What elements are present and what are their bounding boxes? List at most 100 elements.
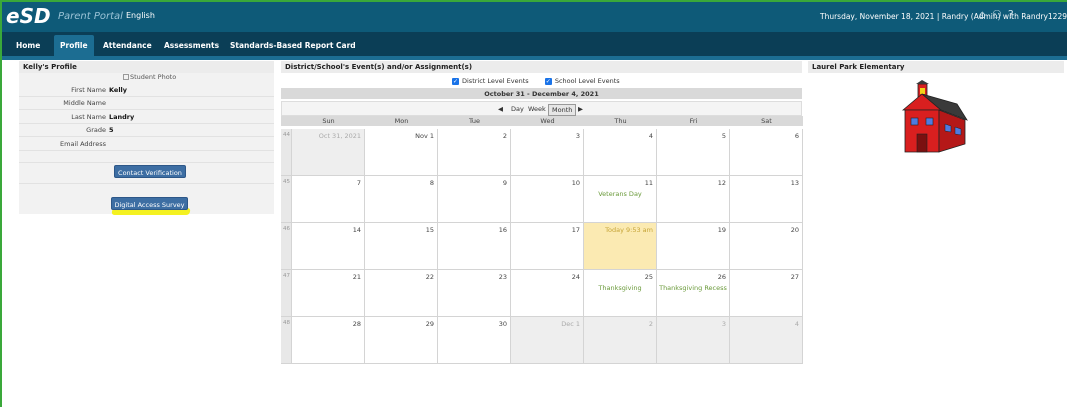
row-divider: [19, 109, 274, 110]
calendar-day[interactable]: 26 Thanksgiving Recess: [657, 270, 730, 317]
day-number: 21: [352, 273, 361, 281]
calendar-day[interactable]: 15: [365, 223, 438, 270]
tab-assessments[interactable]: Assessments: [158, 37, 225, 56]
school-events-label: School Level Events: [554, 77, 620, 85]
calendar-day[interactable]: 29: [365, 317, 438, 364]
events-title: District/School's Event(s) and/or Assign…: [281, 61, 802, 73]
event-filters: ✓ District Level Events ✓ School Level Eve…: [452, 77, 620, 85]
calendar-day[interactable]: 3: [511, 129, 584, 176]
school-name: Laurel Park Elementary: [808, 61, 1064, 73]
calendar-day[interactable]: 2: [438, 129, 511, 176]
weekday-header: Sun: [292, 116, 365, 126]
calendar-day[interactable]: Nov 1: [365, 129, 438, 176]
nav-rule: [2, 56, 1067, 60]
day-number: 19: [717, 226, 726, 234]
calendar-day[interactable]: 12: [657, 176, 730, 223]
calendar-day[interactable]: 14: [292, 223, 365, 270]
contact-verification-button[interactable]: Contact Verification: [114, 165, 186, 178]
calendar-day[interactable]: 7: [292, 176, 365, 223]
calendar-day[interactable]: 2: [584, 317, 657, 364]
calendar-day[interactable]: 11 Veterans Day: [584, 176, 657, 223]
day-number: 25: [644, 273, 653, 281]
calendar-day-today[interactable]: Today 9:53 am: [584, 223, 657, 270]
school-events-checkbox[interactable]: ✓: [544, 77, 552, 85]
calendar-day[interactable]: 13: [730, 176, 803, 223]
tab-report-card[interactable]: Standards-Based Report Card: [224, 37, 362, 56]
calendar-day[interactable]: 4: [584, 129, 657, 176]
school-house-icon: [901, 80, 968, 153]
calendar-day[interactable]: 19: [657, 223, 730, 270]
calendar-day[interactable]: 25 Thanksgiving: [584, 270, 657, 317]
prev-arrow-icon[interactable]: ◀: [495, 104, 506, 114]
day-number: Oct 31, 2021: [318, 132, 361, 140]
tab-profile[interactable]: Profile: [54, 35, 94, 56]
calendar-day[interactable]: 30: [438, 317, 511, 364]
calendar-event[interactable]: Thanksgiving Recess: [657, 284, 729, 292]
digital-access-survey-button[interactable]: Digital Access Survey: [111, 197, 188, 210]
calendar-event[interactable]: Thanksgiving: [584, 284, 656, 292]
calendar-day[interactable]: 27: [730, 270, 803, 317]
calendar-day[interactable]: 28: [292, 317, 365, 364]
day-number: 16: [498, 226, 507, 234]
grade-value: 5: [109, 126, 114, 134]
last-name-value: Landry: [109, 113, 135, 121]
next-arrow-icon[interactable]: ▶: [575, 104, 586, 114]
calendar-event[interactable]: Veterans Day: [584, 190, 656, 198]
calendar-day[interactable]: 5: [657, 129, 730, 176]
row-divider: [19, 183, 274, 184]
view-month[interactable]: Month: [548, 104, 577, 116]
help-icon[interactable]: ?: [1008, 8, 1020, 21]
day-number: 22: [425, 273, 434, 281]
esd-logo[interactable]: eSD: [6, 6, 51, 26]
week-number: 44: [281, 129, 292, 176]
day-number: 14: [352, 226, 361, 234]
calendar-day[interactable]: 8: [365, 176, 438, 223]
weekday-header: Thu: [584, 116, 657, 126]
day-number: 23: [498, 273, 507, 281]
week-number: 45: [281, 176, 292, 223]
calendar-day[interactable]: 4: [730, 317, 803, 364]
calendar-day[interactable]: 23: [438, 270, 511, 317]
email-label: Email Address: [60, 140, 106, 148]
portal-name: Parent Portal: [58, 11, 123, 22]
day-number: 7: [356, 179, 361, 187]
calendar-range: October 31 - December 4, 2021: [281, 88, 802, 99]
view-week[interactable]: Week: [525, 104, 549, 114]
week-number-label: 48: [283, 320, 290, 326]
day-number: 2: [648, 320, 653, 328]
calendar-day[interactable]: 10: [511, 176, 584, 223]
row-divider: [19, 96, 274, 97]
week-number-header: [281, 116, 292, 126]
district-events-checkbox[interactable]: ✓: [452, 77, 459, 85]
calendar-day[interactable]: 20: [730, 223, 803, 270]
day-number: 15: [425, 226, 434, 234]
day-number: 13: [790, 179, 799, 187]
tab-attendance[interactable]: Attendance: [97, 37, 158, 56]
language-selector[interactable]: English: [126, 11, 155, 20]
calendar-day[interactable]: 21: [292, 270, 365, 317]
home-icon[interactable]: ⌂: [979, 8, 992, 21]
calendar-day[interactable]: 16: [438, 223, 511, 270]
middle-name-label: Middle Name: [63, 99, 106, 107]
day-number: 10: [571, 179, 580, 187]
day-number: 29: [425, 320, 434, 328]
weekday-header: Sat: [730, 116, 803, 126]
tab-home[interactable]: Home: [10, 37, 46, 56]
calendar-day[interactable]: 17: [511, 223, 584, 270]
user-icon[interactable]: ⚇: [992, 8, 1008, 21]
main-nav: Home Profile Attendance Assessments Stan…: [2, 32, 1067, 56]
day-number: 28: [352, 320, 361, 328]
calendar-day[interactable]: 6: [730, 129, 803, 176]
day-number: 3: [721, 320, 726, 328]
last-name-label: Last Name: [71, 113, 106, 121]
calendar-day[interactable]: Dec 1: [511, 317, 584, 364]
calendar-day[interactable]: 9: [438, 176, 511, 223]
calendar-day[interactable]: 22: [365, 270, 438, 317]
row-divider: [19, 162, 274, 163]
calendar-day[interactable]: Oct 31, 2021: [292, 129, 365, 176]
calendar-day[interactable]: 24: [511, 270, 584, 317]
day-number: 17: [571, 226, 580, 234]
calendar-day[interactable]: 3: [657, 317, 730, 364]
weekday-header: Fri: [657, 116, 730, 126]
week-number: 46: [281, 223, 292, 270]
